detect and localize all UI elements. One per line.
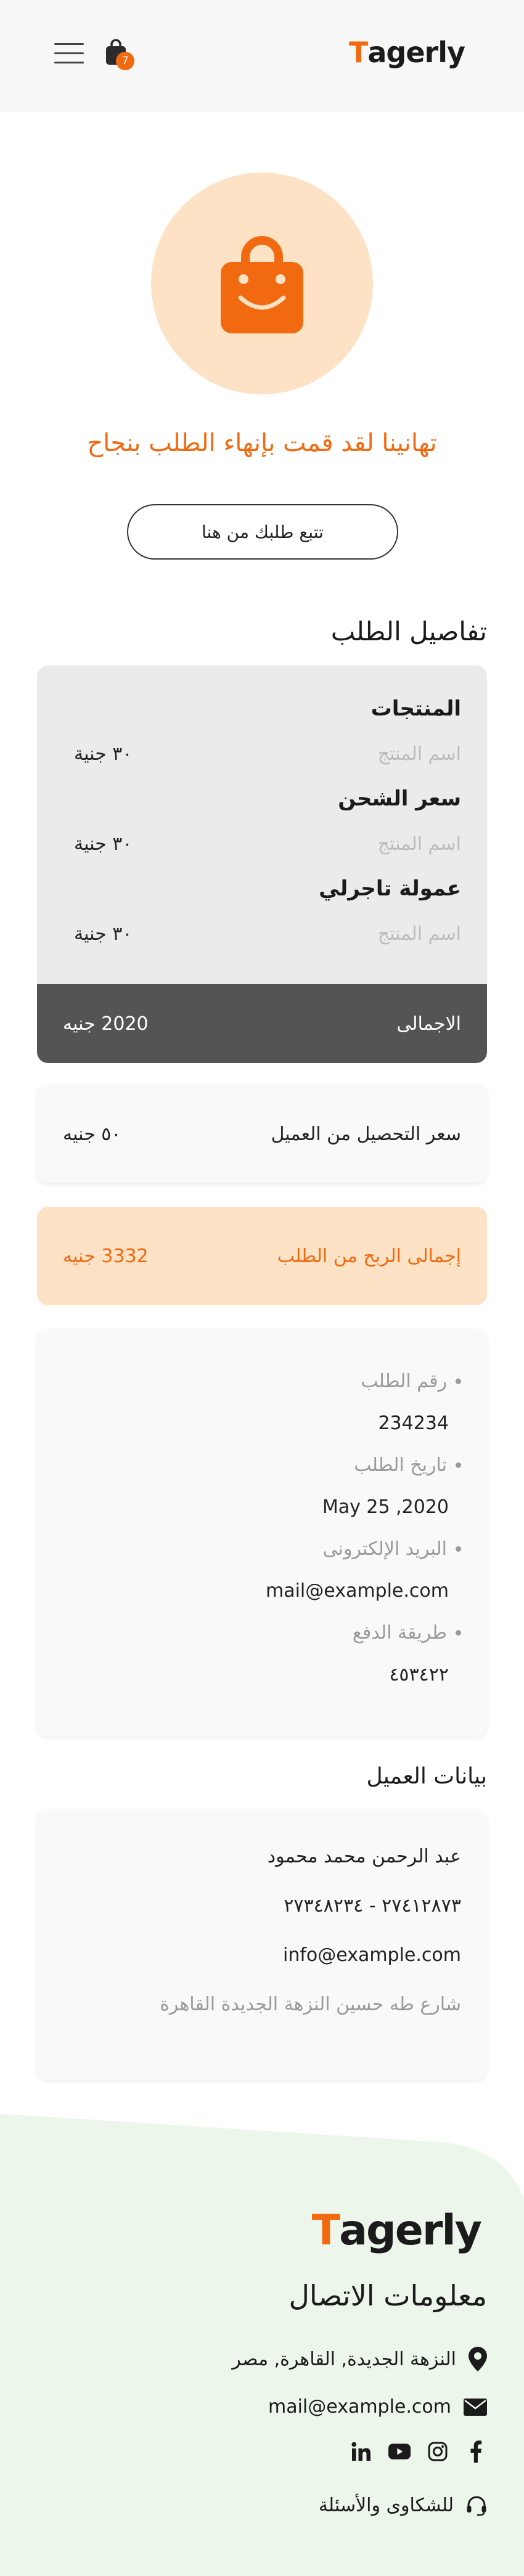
order-total-bar: الاجمالى 2020 جنيه <box>37 984 487 1063</box>
profit-label: إجمالى الربح من الطلب <box>277 1245 461 1267</box>
success-illustration <box>151 173 373 394</box>
bullet-icon <box>456 1379 461 1384</box>
headset-icon <box>467 2496 486 2516</box>
customer-info-title: بيانات العميل <box>366 1764 487 1789</box>
customer-name: عبد الرحمن محمد محمود <box>267 1846 461 1867</box>
products-heading: المنتجات <box>370 696 461 721</box>
shipping-row: اسم المنتج ٣٠ جنية <box>74 833 461 855</box>
bullet-icon <box>456 1462 461 1468</box>
footer-logo-mark: T <box>311 2206 340 2255</box>
order-number-label-text: رقم الطلب <box>361 1371 447 1392</box>
footer-address-text: النزهة الجديدة, القاهرة, مصر <box>232 2348 456 2370</box>
success-message: تهانينا لقد قمت بإنهاء الطلب بنجاح <box>87 429 437 457</box>
facebook-icon <box>470 2440 482 2463</box>
order-details-title: تفاصيل الطلب <box>330 616 487 646</box>
shipping-name: اسم المنتج <box>377 833 461 855</box>
social-links <box>350 2440 487 2463</box>
collection-price-card: سعر التحصيل من العميل ٥٠ جنيه <box>37 1085 487 1183</box>
commission-price: ٣٠ جنية <box>74 923 133 945</box>
footer-logo[interactable]: Tagerly <box>311 2206 482 2255</box>
hamburger-line <box>54 62 84 63</box>
linkedin-icon <box>351 2442 370 2461</box>
total-label: الاجمالى <box>396 1013 461 1035</box>
total-value: 2020 جنيه <box>63 1013 149 1035</box>
site-footer: Tagerly معلومات الاتصال <box>0 2197 524 2576</box>
collection-value: ٥٠ جنيه <box>63 1123 121 1145</box>
payment-method-label: طريقة الدفع <box>353 1622 461 1644</box>
email-label-text: البريد الإلكترونى <box>322 1538 447 1560</box>
payment-method-value: ٤٥٣٤٢٢ <box>389 1664 449 1685</box>
customer-card: عبد الرحمن محمد محمود ٢٧٤١٢٨٧٣ - ٢٧٣٤٨٢٣… <box>37 1810 487 2080</box>
contact-info-title: معلومات الاتصال <box>289 2279 487 2312</box>
logo-mark: T <box>349 36 368 69</box>
order-info-card: رقم الطلب 234234 تاريخ الطلب May 25 ,202… <box>37 1330 487 1737</box>
product-price: ٣٠ جنية <box>74 743 133 765</box>
footer-email[interactable]: mail@example.com <box>268 2396 487 2418</box>
profit-value: 3332 جنيه <box>63 1245 149 1267</box>
linkedin-link[interactable] <box>350 2440 372 2463</box>
footer-email-text: mail@example.com <box>268 2396 451 2418</box>
menu-button[interactable] <box>54 43 84 68</box>
payment-method-label-text: طريقة الدفع <box>352 1622 447 1644</box>
bullet-icon <box>456 1546 461 1552</box>
email-value: mail@example.com <box>265 1580 449 1602</box>
commission-heading: عمولة تاجرلي <box>319 876 461 901</box>
cart-count-badge: 7 <box>116 52 134 70</box>
complaints-text: للشكاوى والأسئلة <box>318 2495 454 2516</box>
customer-phones: ٢٧٤١٢٨٧٣ - ٢٧٣٤٨٢٣٤ <box>284 1895 461 1917</box>
footer-logo-text: agerly <box>339 2206 482 2255</box>
collection-label: سعر التحصيل من العميل <box>271 1123 461 1145</box>
envelope-icon <box>464 2398 487 2416</box>
logo-text: agerly <box>367 36 465 69</box>
order-number-value: 234234 <box>378 1412 449 1434</box>
email-label: البريد الإلكترونى <box>323 1538 461 1560</box>
order-details-card: المنتجات اسم المنتج ٣٠ جنية سعر الشحن اس… <box>37 666 487 1063</box>
shipping-heading: سعر الشحن <box>338 786 461 811</box>
product-name: اسم المنتج <box>377 743 461 765</box>
track-order-button[interactable]: تتبع طلبك من هنا <box>127 504 398 560</box>
order-date-label-text: تاريخ الطلب <box>354 1454 447 1476</box>
site-header: Tagerly 7 <box>0 0 524 112</box>
instagram-link[interactable] <box>427 2440 449 2463</box>
brand-logo[interactable]: Tagerly <box>349 36 465 69</box>
order-number-label: رقم الطلب <box>361 1371 461 1392</box>
shipping-price: ٣٠ جنية <box>74 833 133 855</box>
hamburger-line <box>54 52 84 54</box>
hamburger-line <box>54 43 84 45</box>
instagram-icon <box>428 2442 448 2461</box>
customer-email: info@example.com <box>283 1944 461 1966</box>
footer-address: النزهة الجديدة, القاهرة, مصر <box>232 2347 487 2371</box>
products-row: اسم المنتج ٣٠ جنية <box>74 743 461 765</box>
complaints-link[interactable]: للشكاوى والأسئلة <box>319 2495 487 2516</box>
customer-address: شارع طه حسين النزهة الجديدة القاهرة <box>160 1994 461 2015</box>
order-date-label: تاريخ الطلب <box>354 1454 461 1476</box>
order-date-value: May 25 ,2020 <box>322 1496 449 1518</box>
footer-wave <box>0 2114 524 2200</box>
happy-bag-icon <box>221 236 303 333</box>
commission-name: اسم المنتج <box>377 923 461 945</box>
cart-button[interactable]: 7 <box>104 38 137 75</box>
location-pin-icon <box>469 2347 487 2371</box>
youtube-link[interactable] <box>388 2440 411 2463</box>
bullet-icon <box>456 1630 461 1636</box>
commission-row: اسم المنتج ٣٠ جنية <box>74 923 461 945</box>
profit-card: إجمالى الربح من الطلب 3332 جنيه <box>37 1207 487 1305</box>
youtube-icon <box>388 2444 411 2460</box>
facebook-link[interactable] <box>465 2440 487 2463</box>
